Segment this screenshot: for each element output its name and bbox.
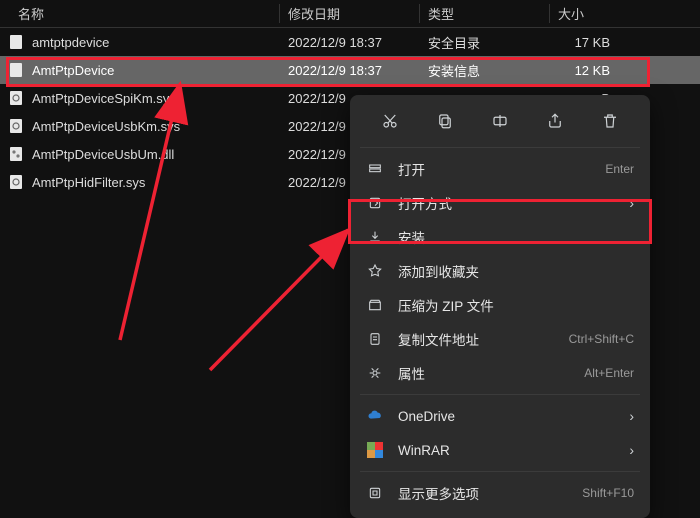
menu-separator <box>360 471 640 472</box>
copy-path-icon <box>366 330 384 348</box>
column-type[interactable]: 类型 <box>420 4 550 23</box>
menu-winrar-label: WinRAR <box>398 443 615 458</box>
menu-copy-path-hint: Ctrl+Shift+C <box>569 332 634 346</box>
file-name: AmtPtpDeviceUsbUm.dll <box>32 147 174 162</box>
winrar-icon <box>366 441 384 459</box>
column-size[interactable]: 大小 <box>550 4 670 23</box>
open-with-icon <box>366 194 384 212</box>
file-icon <box>8 118 24 134</box>
onedrive-icon <box>366 407 384 425</box>
file-icon <box>8 90 24 106</box>
menu-onedrive-label: OneDrive <box>398 409 615 424</box>
file-name: AmtPtpDeviceUsbKm.sys <box>32 119 180 134</box>
menu-open[interactable]: 打开 Enter <box>350 152 650 186</box>
menu-zip-label: 压缩为 ZIP 文件 <box>398 295 634 315</box>
cut-icon[interactable] <box>374 107 406 135</box>
menu-more-hint: Shift+F10 <box>582 486 634 500</box>
menu-open-with[interactable]: 打开方式 › <box>350 186 650 220</box>
column-header-row: 名称 修改日期 类型 大小 <box>0 0 700 28</box>
menu-more-label: 显示更多选项 <box>398 483 568 503</box>
open-icon <box>366 160 384 178</box>
file-row[interactable]: amtptpdevice 2022/12/9 18:37安全目录17 KB <box>0 28 700 56</box>
file-name: AmtPtpDeviceSpiKm.sys <box>32 91 176 106</box>
file-name: amtptpdevice <box>32 35 109 50</box>
file-icon <box>8 174 24 190</box>
star-icon <box>366 262 384 280</box>
menu-properties-label: 属性 <box>398 363 570 383</box>
file-icon <box>8 146 24 162</box>
file-size: 17 KB <box>550 35 670 50</box>
zip-icon <box>366 296 384 314</box>
file-name: AmtPtpHidFilter.sys <box>32 175 145 190</box>
chevron-right-icon: › <box>629 408 634 424</box>
menu-properties[interactable]: 属性 Alt+Enter <box>350 356 650 390</box>
file-size: 12 KB <box>550 63 670 78</box>
context-menu: 打开 Enter 打开方式 › 安装 添加到收藏夹 压缩为 ZIP 文件 复制文… <box>350 95 650 518</box>
copy-icon[interactable] <box>429 107 461 135</box>
menu-open-label: 打开 <box>398 159 591 179</box>
file-type: 安装信息 <box>420 61 550 80</box>
menu-open-with-label: 打开方式 <box>398 193 615 213</box>
menu-open-hint: Enter <box>605 162 634 176</box>
file-icon <box>8 34 24 50</box>
rename-icon[interactable] <box>484 107 516 135</box>
menu-install[interactable]: 安装 <box>350 220 650 254</box>
file-name: AmtPtpDevice <box>32 63 114 78</box>
menu-onedrive[interactable]: OneDrive › <box>350 399 650 433</box>
context-menu-quickbar <box>350 101 650 143</box>
chevron-right-icon: › <box>629 442 634 458</box>
chevron-right-icon: › <box>629 195 634 211</box>
properties-icon <box>366 364 384 382</box>
file-row[interactable]: AmtPtpDevice 2022/12/9 18:37安装信息12 KB <box>0 56 700 84</box>
column-name[interactable]: 名称 <box>0 4 280 23</box>
menu-install-label: 安装 <box>398 227 634 247</box>
menu-favorite-label: 添加到收藏夹 <box>398 261 634 281</box>
menu-separator <box>360 147 640 148</box>
menu-separator <box>360 394 640 395</box>
menu-favorite[interactable]: 添加到收藏夹 <box>350 254 650 288</box>
menu-properties-hint: Alt+Enter <box>584 366 634 380</box>
menu-copy-path-label: 复制文件地址 <box>398 329 555 349</box>
file-icon <box>8 62 24 78</box>
file-date: 2022/12/9 18:37 <box>280 63 420 78</box>
share-icon[interactable] <box>539 107 571 135</box>
column-date[interactable]: 修改日期 <box>280 4 420 23</box>
file-date: 2022/12/9 18:37 <box>280 35 420 50</box>
menu-copy-path[interactable]: 复制文件地址 Ctrl+Shift+C <box>350 322 650 356</box>
file-type: 安全目录 <box>420 33 550 52</box>
menu-winrar[interactable]: WinRAR › <box>350 433 650 467</box>
menu-more-options[interactable]: 显示更多选项 Shift+F10 <box>350 476 650 510</box>
menu-zip[interactable]: 压缩为 ZIP 文件 <box>350 288 650 322</box>
delete-icon[interactable] <box>594 107 626 135</box>
more-options-icon <box>366 484 384 502</box>
install-icon <box>366 228 384 246</box>
